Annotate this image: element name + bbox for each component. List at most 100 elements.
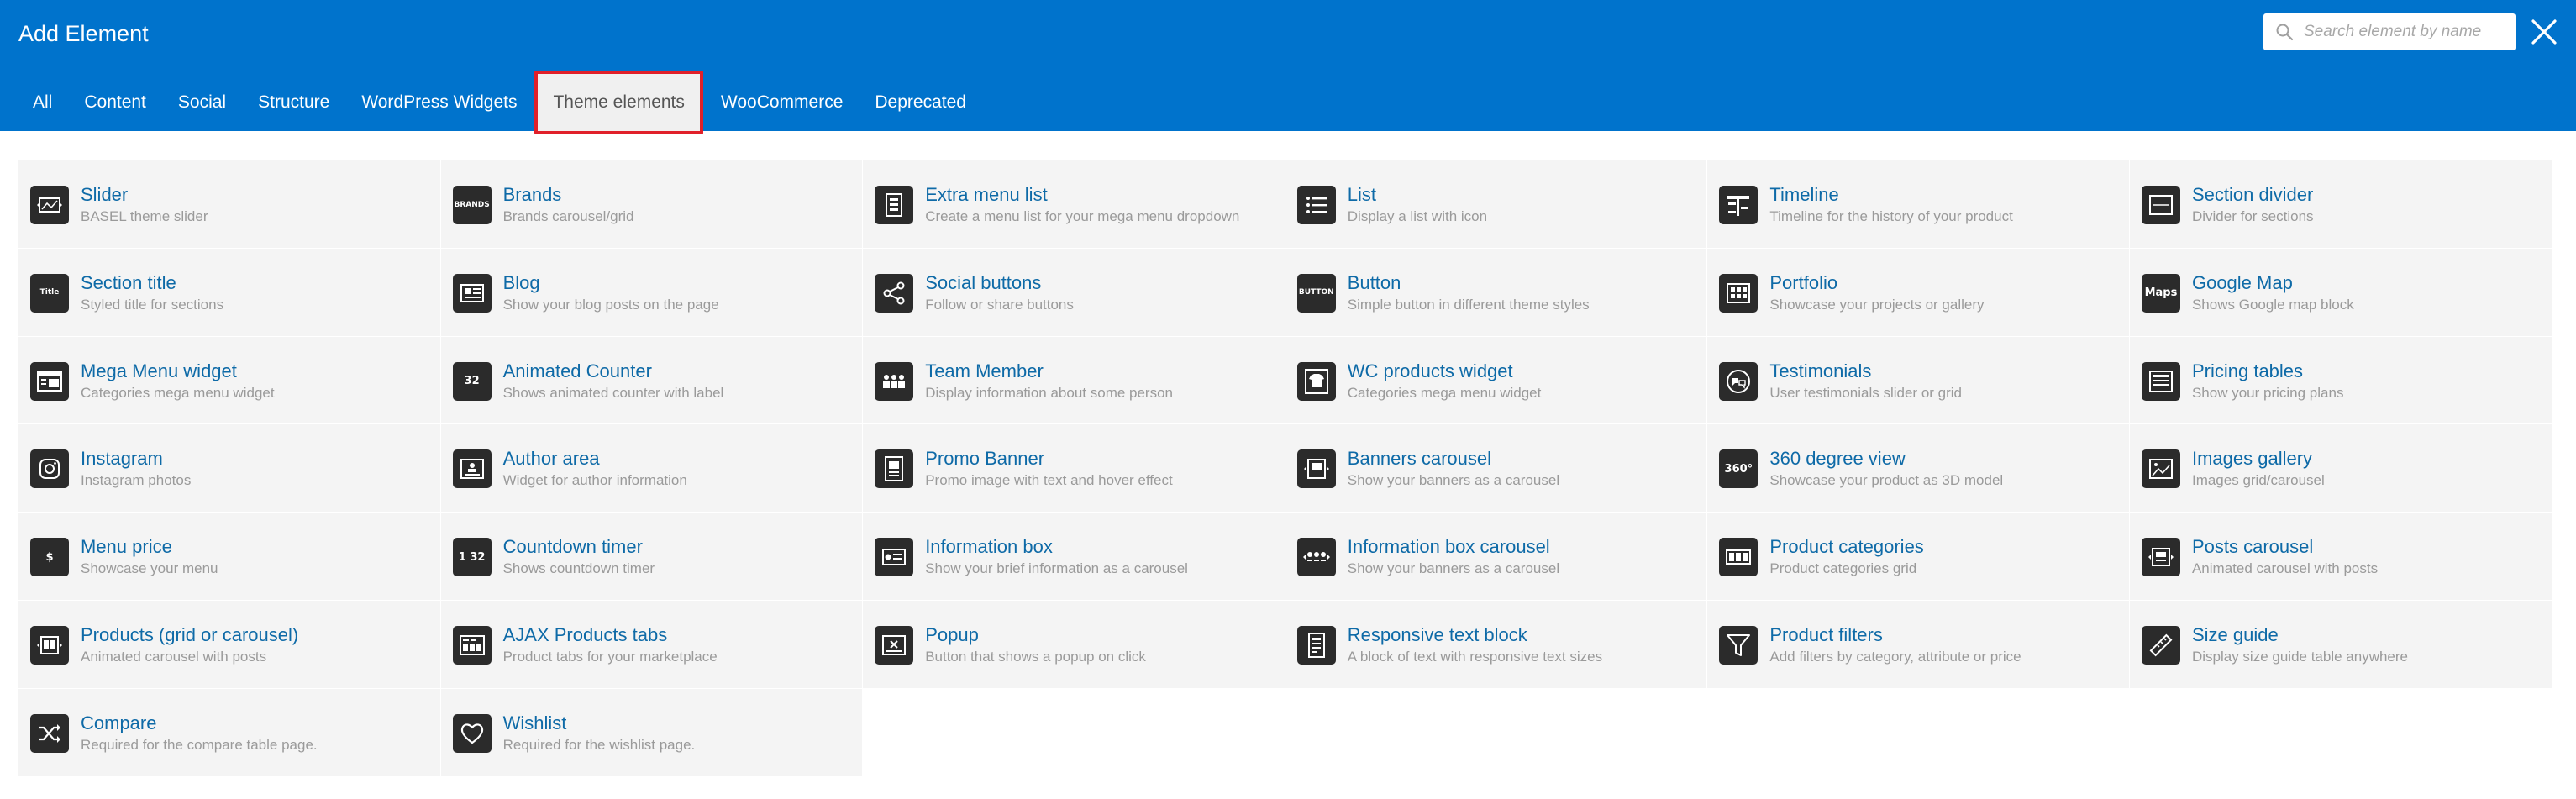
tab-content[interactable]: Content (68, 71, 162, 134)
element-name[interactable]: Information box carousel (1348, 535, 1550, 559)
element-card-animated-counter[interactable]: 32 Animated Counter Shows animated counter… (440, 336, 864, 425)
element-name[interactable]: Menu price (81, 535, 172, 559)
element-card-menu-price[interactable]: $ Menu price Showcase your menu (18, 513, 441, 601)
tab-wordpress-widgets[interactable]: WordPress Widgets (345, 71, 533, 134)
element-name[interactable]: Portfolio (1769, 271, 1837, 295)
search-input[interactable] (2304, 23, 2505, 41)
element-card-ajax-products-tabs[interactable]: AJAX Products tabs Product tabs for your … (440, 600, 864, 689)
tab-social[interactable]: Social (162, 71, 242, 134)
icon-glyph: Title (39, 288, 60, 297)
element-card-team-member[interactable]: Team Member Display information about som… (863, 336, 1285, 425)
element-name[interactable]: Mega Menu widget (81, 360, 237, 383)
element-name[interactable]: Product categories (1769, 535, 1923, 559)
tab-theme-elements[interactable]: Theme elements (534, 71, 703, 134)
posts-carousel-icon (2141, 538, 2180, 577)
element-card-products-grid-or-carousel[interactable]: Products (grid or carousel) Animated caro… (18, 600, 441, 689)
tab-deprecated[interactable]: Deprecated (859, 71, 982, 134)
element-card-product-categories[interactable]: Product categories Product categories gri… (1707, 513, 2130, 601)
element-name[interactable]: Responsive text block (1348, 623, 1527, 647)
element-name[interactable]: Promo Banner (925, 447, 1044, 470)
element-name[interactable]: AJAX Products tabs (503, 623, 668, 647)
element-card-wishlist[interactable]: Wishlist Required for the wishlist page. (440, 688, 864, 777)
element-name[interactable]: Author area (503, 447, 600, 470)
element-card-popup[interactable]: Popup Button that shows a popup on click (863, 600, 1285, 689)
icon-glyph: 1 32 (458, 550, 486, 564)
element-card-extra-menu-list[interactable]: Extra menu list Create a menu list for yo… (863, 160, 1285, 249)
element-name[interactable]: Google Map (2192, 271, 2293, 295)
tab-all[interactable]: All (17, 71, 68, 134)
element-name[interactable]: Section divider (2192, 183, 2313, 207)
search-box[interactable] (2263, 13, 2516, 50)
tab-structure[interactable]: Structure (242, 71, 345, 134)
element-name[interactable]: Brands (503, 183, 562, 207)
element-description: User testimonials slider or grid (1769, 384, 1963, 401)
element-name[interactable]: WC products widget (1348, 360, 1513, 383)
element-card-social-buttons[interactable]: Social buttons Follow or share buttons (863, 248, 1285, 337)
element-name[interactable]: Compare (81, 712, 156, 735)
element-name[interactable]: Countdown timer (503, 535, 643, 559)
element-card-product-filters[interactable]: Product filters Add filters by category, … (1707, 600, 2130, 689)
view-360-icon: 360° (1719, 449, 1759, 489)
element-description: Required for the wishlist page. (502, 736, 696, 753)
element-card-wc-products-widget[interactable]: WC products widget Categories mega menu w… (1285, 336, 1708, 425)
element-name[interactable]: Banners carousel (1348, 447, 1491, 470)
menu-list-icon (875, 186, 914, 224)
element-name[interactable]: Extra menu list (925, 183, 1048, 207)
tab-woocommerce[interactable]: WooCommerce (705, 71, 859, 134)
element-card-size-guide[interactable]: Size guide Display size guide table anywh… (2129, 600, 2552, 689)
element-description: Showcase your projects or gallery (1769, 296, 1985, 313)
element-card-timeline[interactable]: Timeline Timeline for the history of your… (1707, 160, 2130, 249)
element-card-mega-menu-widget[interactable]: Mega Menu widget Categories mega menu wid… (18, 336, 441, 425)
element-card-brands[interactable]: BRANDS Brands Brands carousel/grid (440, 160, 864, 249)
element-name[interactable]: Section title (81, 271, 176, 295)
element-card-portfolio[interactable]: Portfolio Showcase your projects or galle… (1707, 248, 2130, 337)
element-name[interactable]: 360 degree view (1769, 447, 1905, 470)
element-name[interactable]: Product filters (1769, 623, 1883, 647)
element-name[interactable]: Button (1348, 271, 1401, 295)
element-card-360-degree-view[interactable]: 360° 360 degree view Showcase your product… (1707, 424, 2130, 513)
element-card-information-box-carousel[interactable]: Information box carousel Show your banner… (1285, 513, 1708, 601)
element-card-testimonials[interactable]: Testimonials User testimonials slider or … (1707, 336, 2130, 425)
element-name[interactable]: Information box (925, 535, 1053, 559)
element-card-list[interactable]: List Display a list with icon (1285, 160, 1708, 249)
element-name[interactable]: Social buttons (925, 271, 1041, 295)
element-name[interactable]: Images gallery (2192, 447, 2312, 470)
element-name[interactable]: Testimonials (1769, 360, 1871, 383)
element-card-images-gallery[interactable]: Images gallery Images grid/carousel (2129, 424, 2552, 513)
element-card-google-map[interactable]: Maps Google Map Shows Google map block (2129, 248, 2552, 337)
element-name[interactable]: Timeline (1769, 183, 1838, 207)
element-card-instagram[interactable]: Instagram Instagram photos (18, 424, 441, 513)
element-name[interactable]: Slider (81, 183, 128, 207)
element-card-responsive-text-block[interactable]: Responsive text block A block of text wit… (1285, 600, 1708, 689)
element-name[interactable]: Popup (925, 623, 979, 647)
element-name[interactable]: List (1348, 183, 1376, 207)
element-name[interactable]: Team Member (925, 360, 1044, 383)
element-name[interactable]: Products (grid or carousel) (81, 623, 298, 647)
ajax-tabs-icon (452, 625, 492, 665)
element-card-banners-carousel[interactable]: Banners carousel Show your banners as a c… (1285, 424, 1708, 513)
element-description: Follow or share buttons (925, 296, 1074, 313)
banners-carousel-icon (1296, 449, 1336, 489)
element-card-section-divider[interactable]: Section divider Divider for sections (2129, 160, 2552, 249)
element-card-slider[interactable]: Slider BASEL theme slider (18, 160, 441, 249)
element-name[interactable]: Wishlist (503, 712, 567, 735)
element-card-blog[interactable]: Blog Show your blog posts on the page (440, 248, 864, 337)
element-card-compare[interactable]: Compare Required for the compare table pa… (18, 688, 441, 777)
element-card-posts-carousel[interactable]: Posts carousel Animated carousel with pos… (2129, 513, 2552, 601)
element-card-pricing-tables[interactable]: Pricing tables Show your pricing plans (2129, 336, 2552, 425)
element-card-author-area[interactable]: Author area Widget for author information (440, 424, 864, 513)
element-name[interactable]: Size guide (2192, 623, 2279, 647)
element-card-button[interactable]: BUTTON Button Simple button in different t… (1285, 248, 1708, 337)
element-name[interactable]: Blog (503, 271, 540, 295)
testimonials-icon (1719, 361, 1759, 401)
element-description: Shows animated counter with label (502, 384, 724, 401)
element-name[interactable]: Pricing tables (2192, 360, 2303, 383)
element-name[interactable]: Instagram (81, 447, 163, 470)
element-card-section-title[interactable]: Title Section title Styled title for secti… (18, 248, 441, 337)
element-name[interactable]: Posts carousel (2192, 535, 2313, 559)
element-name[interactable]: Animated Counter (503, 360, 652, 383)
close-button[interactable] (2529, 17, 2559, 47)
element-card-promo-banner[interactable]: Promo Banner Promo image with text and ho… (863, 424, 1285, 513)
element-card-information-box[interactable]: Information box Show your brief informati… (863, 513, 1285, 601)
element-card-countdown-timer[interactable]: 1 32 Countdown timer Shows countdown timer (440, 513, 864, 601)
